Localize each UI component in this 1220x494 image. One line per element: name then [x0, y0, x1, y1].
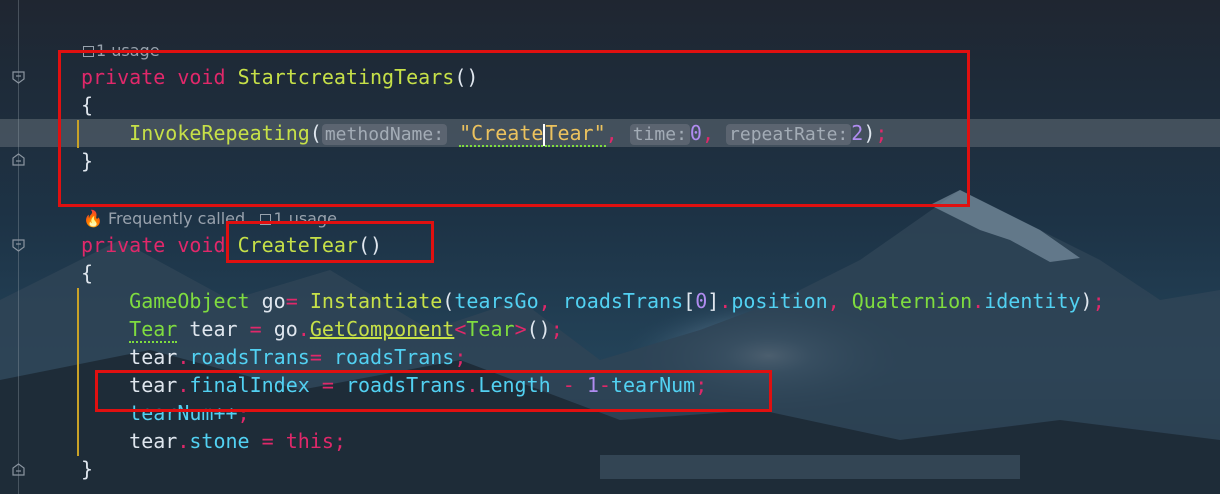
frequently-called-label: Frequently called: [108, 209, 246, 228]
highlight-box: [95, 370, 772, 412]
highlight-box: [58, 50, 970, 207]
code-line-roadstrans: tear.roadsTrans= roadsTrans;: [129, 345, 467, 369]
code-line-open-brace: {: [81, 261, 94, 285]
fire-icon: 🔥: [83, 209, 103, 228]
highlight-box: [226, 221, 434, 263]
code-line-getcomponent: Tear tear = go.GetComponent<Tear>();: [129, 317, 563, 343]
code-line-instantiate: GameObject go= Instantiate(tearsGo, road…: [129, 289, 1105, 313]
code-line-stone: tear.stone = this;: [129, 429, 346, 453]
code-line-close-brace: }: [81, 457, 94, 481]
